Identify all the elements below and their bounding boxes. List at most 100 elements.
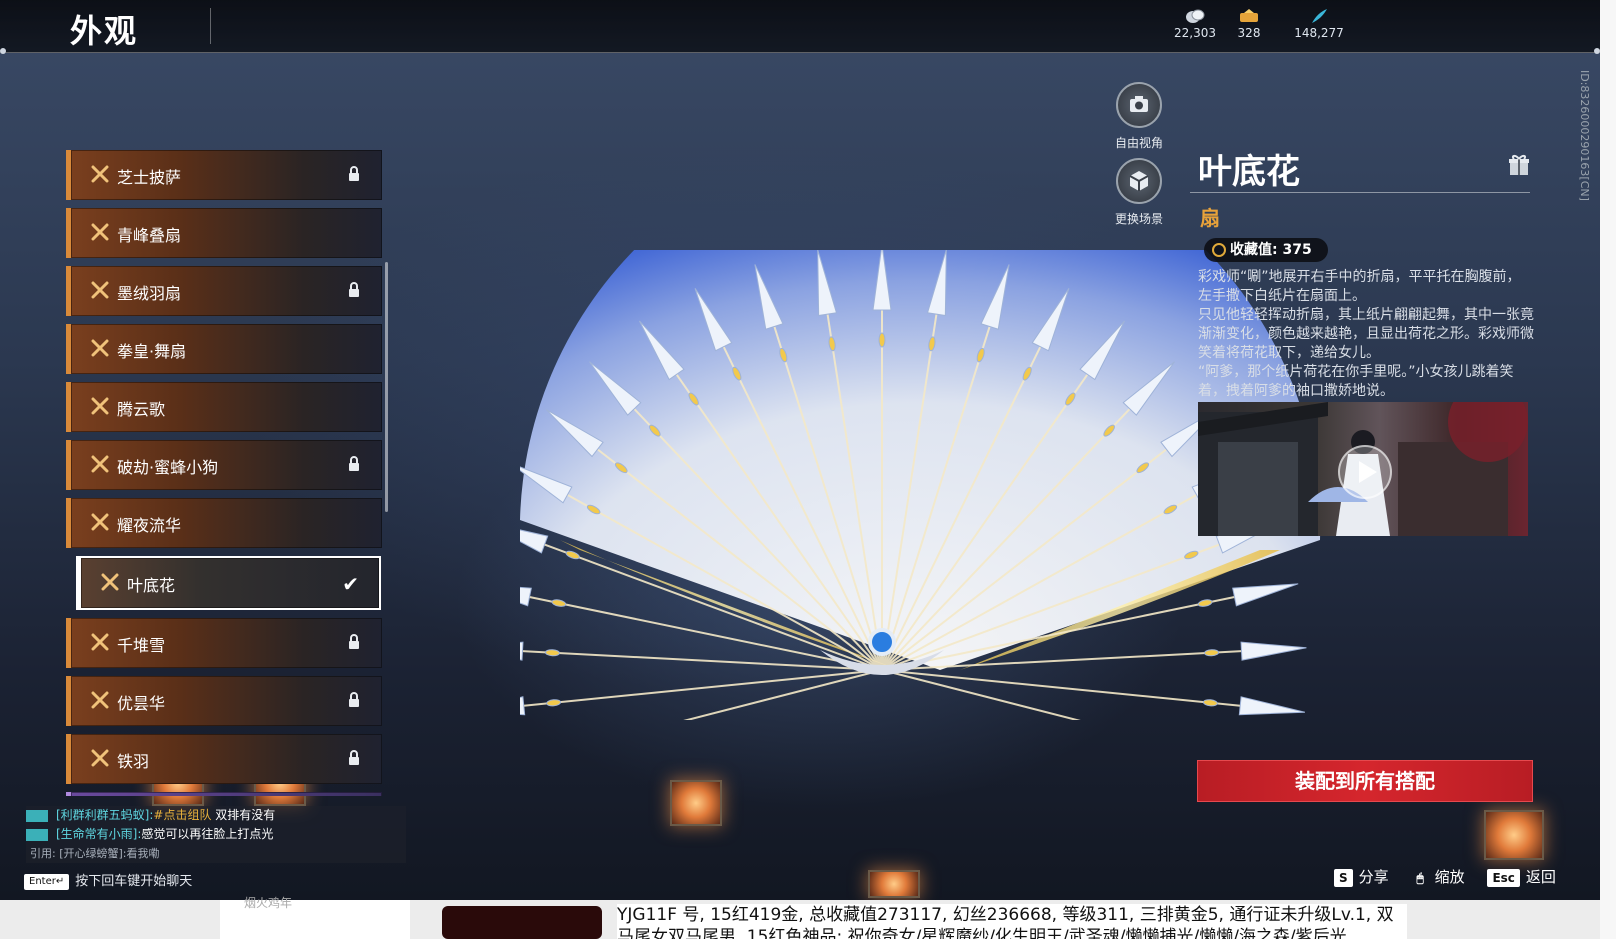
chat-text: 双排有没有 [211, 808, 276, 822]
currency-feather-value: 148,277 [1294, 26, 1344, 40]
list-scrollbar[interactable] [385, 262, 388, 512]
list-item[interactable]: 千堆雪 [66, 618, 382, 668]
share-key: S [1334, 868, 1353, 887]
lock-icon [349, 282, 359, 297]
list-item-label: 优昙华 [117, 694, 166, 713]
change-scene-label: 更换场景 [1114, 212, 1163, 226]
play-icon[interactable] [1338, 445, 1392, 499]
chat-username[interactable]: [利群利群五蚂蚁]: [56, 808, 153, 822]
collection-coin-icon [1212, 243, 1226, 257]
list-item-label: 拳皇·舞扇 [117, 342, 187, 361]
list-item-label: 腾云歌 [117, 400, 166, 419]
listing-title[interactable]: YJG11F 号, 15红419金, 总收藏值273117, 幻丝236668,… [617, 904, 1407, 939]
lantern-decoration [868, 870, 920, 898]
fan-weapon-icon [101, 573, 119, 591]
lock-icon [349, 634, 359, 649]
list-item-label: 耀夜流华 [117, 516, 182, 535]
mouse-icon: 🖱 [1416, 870, 1424, 885]
list-item[interactable]: 腾云歌 [66, 382, 382, 432]
fan-weapon-icon [91, 455, 109, 473]
enter-key: Enter↵ [24, 873, 70, 890]
list-item-label: 墨绒羽扇 [117, 284, 182, 303]
silver-coin-icon [1186, 9, 1205, 23]
list-item-label: 破劫·蜜蜂小狗 [117, 458, 219, 477]
chat-link[interactable]: #点击组队 [153, 808, 211, 822]
name-divider [1190, 192, 1530, 193]
chat-hint-text: 按下回车键开始聊天 [75, 874, 193, 889]
list-item[interactable]: 铁羽 [66, 734, 382, 784]
list-item[interactable]: 耀夜流华 [66, 498, 382, 548]
chat-box: [利群利群五蚂蚁]:#点击组队 双排有没有 [生命常有小雨]:感觉可以再往脸上打… [26, 806, 406, 863]
collection-value: 收藏值: 375 [1230, 242, 1312, 258]
fan-weapon-icon [91, 633, 109, 651]
currency-gold-value: 328 [1237, 26, 1261, 40]
player-uid: ID:8326000290163[CN] [1578, 70, 1591, 201]
zoom-button[interactable]: 🖱 缩放 [1411, 866, 1464, 887]
esc-key: Esc [1487, 868, 1520, 887]
change-scene-button[interactable]: 更换场景 [1114, 158, 1164, 227]
topbar-dot-left [0, 48, 6, 54]
page-title: 外观 [70, 12, 139, 50]
equip-all-button[interactable]: 装配到所有搭配 [1197, 760, 1533, 802]
collection-value-badge: 收藏值: 375 [1204, 238, 1328, 262]
fan-weapon-icon [91, 397, 109, 415]
list-item[interactable]: 墨绒羽扇 [66, 266, 382, 316]
list-item-partial[interactable] [66, 792, 382, 796]
listing-thumbnail[interactable] [442, 906, 602, 939]
lock-icon [349, 750, 359, 765]
top-bar: 外观 22,303 328 148,277 [0, 0, 1600, 53]
list-item-label: 千堆雪 [117, 636, 166, 655]
browser-right-edge [1600, 0, 1616, 939]
lantern-decoration [1484, 810, 1544, 860]
chat-text: 感觉可以再往脸上打点光 [141, 827, 274, 841]
webpage-left-panel: 烟火鸡年 [220, 896, 410, 939]
chat-message: [生命常有小雨]:感觉可以再往脸上打点光 [26, 825, 406, 844]
item-type: 扇 [1200, 206, 1220, 230]
chat-quote: 引用: [开心绿螃蟹]:看我嘞 [26, 844, 406, 863]
list-item-label: 芝士披萨 [117, 168, 182, 187]
list-item[interactable]: 芝士披萨 [66, 150, 382, 200]
list-item-label: 叶底花 [127, 576, 176, 595]
fan-weapon-icon [91, 691, 109, 709]
list-item[interactable]: 优昙华 [66, 676, 382, 726]
appearance-item-list[interactable]: 芝士披萨青峰叠扇墨绒羽扇拳皇·舞扇腾云歌破劫·蜜蜂小狗 耀夜流华叶底花 ✔ 千堆雪优昙… [66, 150, 382, 796]
list-item[interactable]: 破劫·蜜蜂小狗 [66, 440, 382, 490]
currency-feather: 148,277 [1284, 8, 1354, 40]
fan-weapon-icon [91, 165, 109, 183]
background-webpage: 烟火鸡年 YJG11F 号, 15红419金, 总收藏值273117, 幻丝23… [0, 896, 1616, 939]
hotkey-bar: S 分享 🖱 缩放 Esc 返回 [1334, 866, 1574, 887]
game-viewport: 外观 22,303 328 148,277 芝士披萨 青峰叠扇 墨绒羽扇 拳皇·… [0, 0, 1600, 900]
share-label: 分享 [1358, 868, 1389, 886]
list-item-label: 铁羽 [117, 752, 150, 771]
list-item[interactable]: 叶底花 ✔ [76, 556, 381, 610]
list-item[interactable]: 青峰叠扇 [66, 208, 382, 258]
free-view-button[interactable]: 自由视角 [1114, 82, 1164, 151]
list-item-label: 青峰叠扇 [117, 226, 182, 245]
item-description: 彩戏师“唰”地展开右手中的折扇，平平托在胸腹前，左手撒下白纸片在扇面上。 只见他… [1198, 269, 1534, 399]
currency-gold: 328 [1214, 8, 1284, 40]
back-label: 返回 [1525, 868, 1556, 886]
list-item[interactable]: 拳皇·舞扇 [66, 324, 382, 374]
chat-username[interactable]: [生命常有小雨]: [56, 827, 141, 841]
fan-weapon-icon [91, 513, 109, 531]
gift-icon[interactable] [1508, 154, 1530, 176]
checkmark-icon: ✔ [342, 572, 359, 596]
fan-weapon-icon [91, 339, 109, 357]
feather-icon [1312, 9, 1327, 23]
share-button[interactable]: S 分享 [1334, 866, 1389, 887]
back-button[interactable]: Esc 返回 [1487, 866, 1556, 887]
fan-weapon-icon [91, 281, 109, 299]
camera-icon [1116, 82, 1162, 128]
item-name: 叶底花 [1198, 152, 1300, 192]
webpage-left-text: 烟火鸡年 [244, 896, 293, 910]
preview-video-thumbnail[interactable] [1198, 402, 1528, 536]
lock-icon [349, 692, 359, 707]
chat-message: [利群利群五蚂蚁]:#点击组队 双排有没有 [26, 806, 406, 825]
chat-hint[interactable]: Enter↵ 按下回车键开始聊天 [24, 870, 192, 890]
fan-weapon-icon [91, 223, 109, 241]
team-channel-icon [26, 828, 48, 841]
team-channel-icon [26, 809, 48, 822]
cube-icon [1116, 158, 1162, 204]
lock-icon [349, 456, 359, 471]
lock-icon [349, 166, 359, 181]
